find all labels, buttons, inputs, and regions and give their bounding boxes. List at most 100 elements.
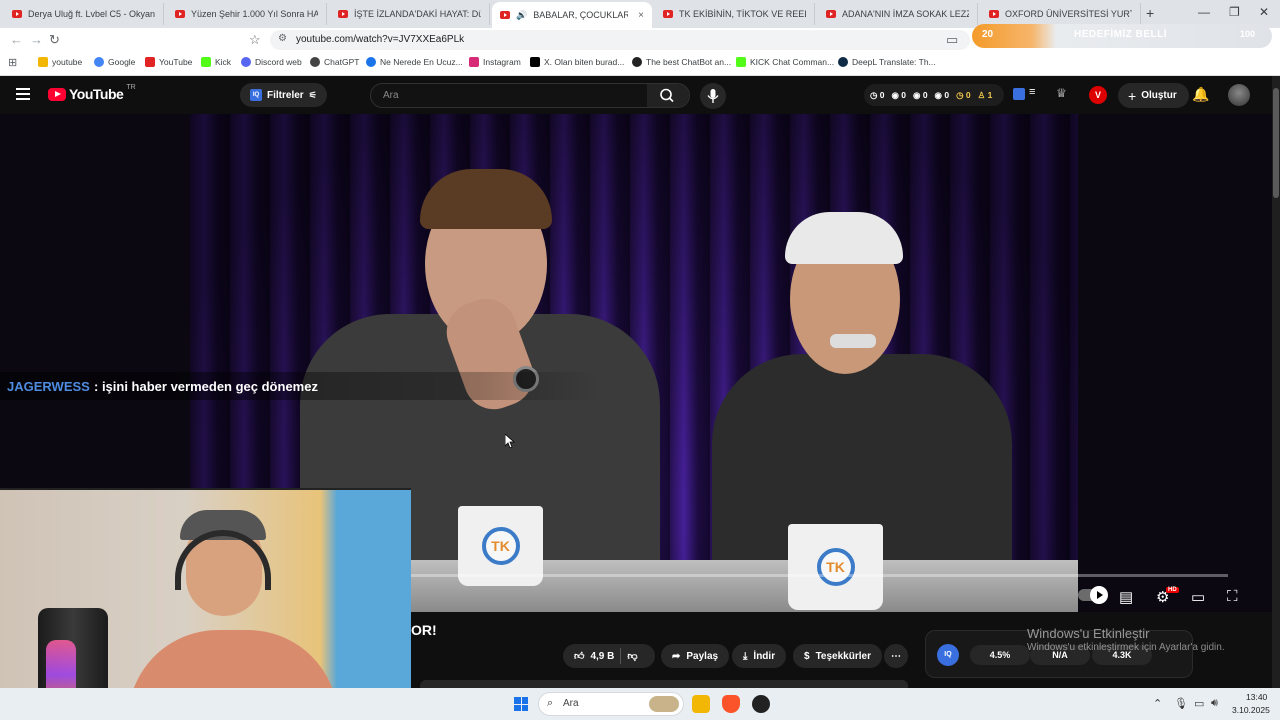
tab-derya-ulug[interactable]: Derya Uluğ ft. Lvbel C5 - Okyanus X [4, 3, 164, 25]
tab-title: OXFORD ÜNİVERSİTESİ YURT ODASI [1005, 9, 1132, 19]
tab-babalar-active[interactable]: 🔊 BABALAR, ÇOCUKLARININ TE × [492, 2, 652, 28]
subtitles-icon[interactable]: ▤ [1119, 588, 1133, 606]
bookmark-x[interactable]: X. Olan biten burad... [530, 57, 624, 67]
notifications-bell-icon[interactable]: 🔔 [1192, 86, 1209, 103]
autoplay-play-icon [1090, 586, 1108, 604]
create-button[interactable]: + Oluştur [1118, 83, 1189, 108]
bookmark-chatbot[interactable]: The best ChatBot an... [632, 57, 731, 67]
clock-time[interactable]: 13:40 [1246, 692, 1267, 702]
menu-hamburger-icon[interactable] [16, 88, 30, 100]
iq-extension-icon[interactable] [1013, 88, 1025, 100]
download-icon: ⤓ [743, 650, 748, 662]
filters-button[interactable]: IQ Filtreler ⚟ [240, 83, 327, 107]
bookmark-google[interactable]: Google [94, 57, 135, 67]
trophy-icon[interactable]: ♕ [1056, 86, 1067, 100]
volume-icon[interactable]: 🔊︎ [1211, 697, 1218, 710]
bookmark-label: Discord web [255, 57, 302, 67]
super-thanks-icon: $ [804, 650, 810, 662]
youtube-favicon-icon [826, 10, 836, 18]
reload-icon[interactable]: ↻ [49, 32, 60, 48]
bookmark-chatgpt[interactable]: ChatGPT [310, 57, 359, 67]
minimize-window-icon[interactable]: — [1198, 5, 1210, 19]
tray-chevron-icon[interactable]: ⌃ [1153, 697, 1162, 710]
video-progress-bar[interactable] [410, 574, 1228, 577]
download-button[interactable]: ⤓ İndir [732, 644, 787, 668]
host-right-mustache [830, 334, 876, 348]
file-explorer-icon[interactable] [692, 695, 710, 713]
bookmark-kick-chat[interactable]: KICK Chat Comman... [736, 57, 834, 67]
tab-oxford[interactable]: OXFORD ÜNİVERSİTESİ YURT ODASI [981, 3, 1141, 25]
search-highlight-icon [649, 696, 679, 712]
eye-stat: ◉ 0 [891, 89, 907, 100]
brave-browser-icon[interactable] [722, 695, 740, 713]
search-icon: ⌕ [547, 697, 554, 709]
bookmark-kick[interactable]: Kick [201, 57, 231, 67]
taskbar-search[interactable]: ⌕ Ara [538, 692, 684, 716]
tab-izlanda[interactable]: İŞTE İZLANDA'DAKİ HAYAT: Dünyanı [330, 3, 490, 25]
bookmark-label: KICK Chat Comman... [750, 57, 835, 67]
back-arrow-icon[interactable]: ← [10, 32, 23, 47]
clock-stat: ◷ 0 [870, 89, 885, 100]
clock-date[interactable]: 3.10.2025 [1232, 705, 1270, 715]
more-actions-button[interactable]: ⋯ [884, 644, 908, 668]
tab-title: Derya Uluğ ft. Lvbel C5 - Okyanus X [28, 9, 155, 19]
tab-yuzen-sehir[interactable]: Yüzen Şehir 1.000 Yıl Sonra HALA N [167, 3, 327, 25]
eye-stat-3: ◉ 0 [934, 89, 950, 100]
obs-studio-icon[interactable] [752, 695, 770, 713]
address-bar[interactable]: ⚙ youtube.com/watch?v=JV7XXEa6PLk [270, 30, 970, 50]
search-box[interactable]: Ara [370, 83, 690, 108]
microphone-icon [707, 89, 719, 103]
windows-start-icon[interactable] [514, 697, 528, 711]
tab-title: Yüzen Şehir 1.000 Yıl Sonra HALA N [191, 9, 318, 19]
bookmark-label: Instagram [483, 57, 521, 67]
share-button[interactable]: ➦ Paylaş [661, 644, 730, 668]
extension-stats-bar[interactable]: ◷ 0 ◉ 0 ◉ 0 ◉ 0 ◷ 0 ♙ 1 [864, 84, 1004, 106]
google-icon [94, 57, 104, 67]
audio-playing-icon: 🔊 [516, 9, 528, 20]
bookmark-page-icon[interactable]: ☆ [249, 32, 261, 48]
bookmark-ne-nerede[interactable]: Ne Nerede En Ucuz... [366, 57, 463, 67]
search-button[interactable] [647, 84, 689, 107]
microphone-tray-icon[interactable]: 🎙︎ [1174, 697, 1188, 710]
maximize-window-icon[interactable]: ❐ [1229, 5, 1240, 19]
filters-label: Filtreler [267, 89, 304, 101]
close-tab-icon[interactable]: × [638, 10, 644, 21]
bookmark-deepl[interactable]: DeepL Translate: Th... [838, 57, 936, 67]
voice-search-button[interactable] [700, 83, 726, 109]
tk-logo: TK [816, 548, 855, 586]
vpn-badge[interactable]: V [1089, 86, 1107, 104]
bookmark-label: youtube [52, 57, 83, 67]
bookmark-youtube[interactable]: YouTube [145, 57, 192, 67]
autoplay-toggle[interactable] [1078, 586, 1108, 604]
tab-tk-ekibi[interactable]: TK EKİBİNİN, TİKTOK VE REELS VİDE( [655, 3, 815, 25]
network-icon[interactable]: ▭ [1194, 697, 1204, 710]
bookmark-instagram[interactable]: Instagram [469, 57, 521, 67]
close-window-icon[interactable]: ✕ [1259, 5, 1269, 19]
forward-arrow-icon[interactable]: → [30, 32, 43, 47]
bookmark-discord[interactable]: Discord web [241, 57, 302, 67]
account-avatar[interactable] [1228, 84, 1250, 106]
eye-stat-2: ◉ 0 [913, 89, 928, 100]
tk-logo: TK [481, 527, 520, 565]
new-tab-button[interactable]: + [1146, 5, 1154, 21]
list-icon[interactable]: ≡ [1029, 86, 1035, 98]
bookmark-youtube-folder[interactable]: youtube [38, 57, 82, 67]
create-label: Oluştur [1141, 90, 1177, 101]
url-text[interactable]: youtube.com/watch?v=JV7XXEa6PLk [296, 34, 464, 45]
thanks-button[interactable]: $ Teşekkürler [793, 644, 882, 668]
page-scrollbar[interactable] [1272, 76, 1280, 688]
theater-mode-icon[interactable]: ▭ [1191, 588, 1205, 606]
cast-icon[interactable]: ▭ [946, 32, 958, 48]
like-button[interactable]: 👍︎ 4,9 B [574, 650, 614, 663]
apps-grid-icon[interactable]: ⊞ [8, 56, 17, 69]
extension-goal-banner[interactable]: 20 HEDEFİMİZ BELLİ 100 [972, 24, 1272, 48]
youtube-favicon-icon [500, 11, 510, 19]
goal-count: 20 [982, 29, 994, 40]
dislike-button[interactable]: 👎︎ [627, 650, 637, 662]
youtube-logo[interactable]: YouTube TR [48, 84, 136, 102]
site-info-icon[interactable]: ⚙ [278, 33, 287, 44]
tab-adana[interactable]: ADANA'NIN İMZA SOKAK LEZZETLE [818, 3, 978, 25]
bookmark-label: X. Olan biten burad... [544, 57, 625, 67]
scrollbar-thumb[interactable] [1273, 88, 1279, 198]
fullscreen-icon[interactable]: ⛶ [1227, 588, 1238, 605]
